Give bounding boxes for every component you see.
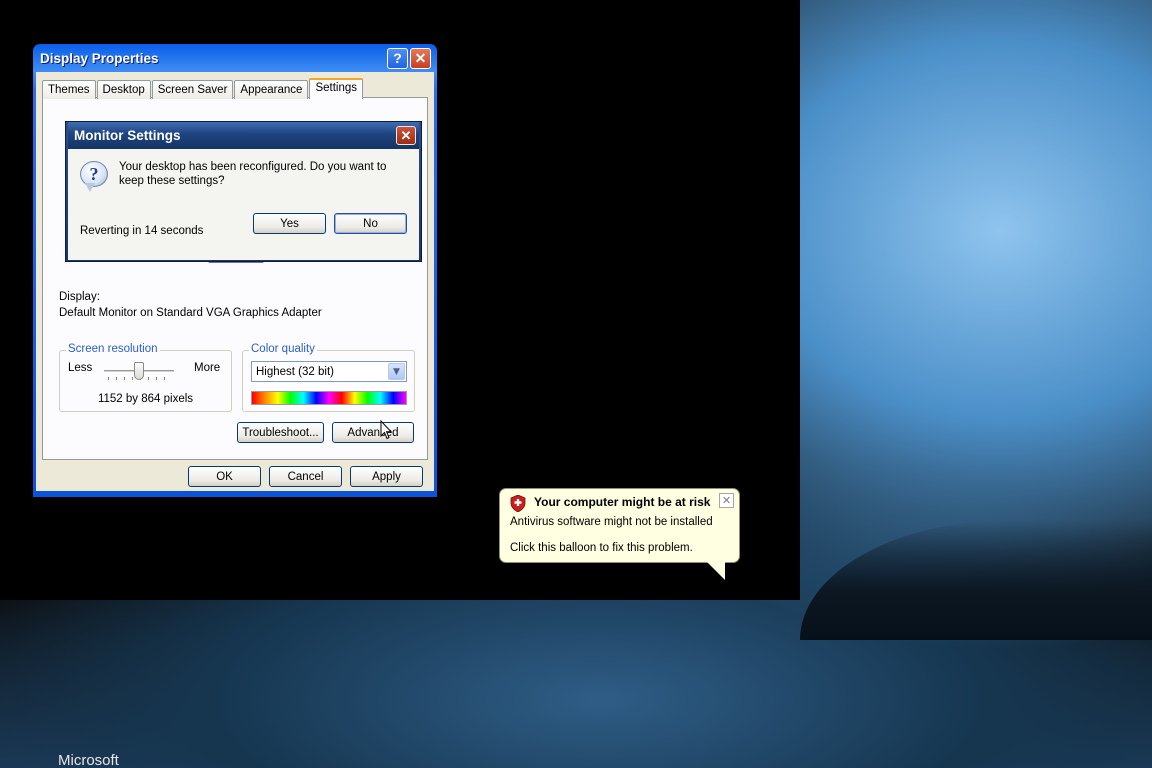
dialog-close-button[interactable]: ✕: [396, 126, 416, 145]
color-spectrum-bar: [251, 391, 407, 405]
tab-desktop[interactable]: Desktop: [96, 80, 151, 99]
resolution-slider-thumb[interactable]: [134, 362, 144, 380]
tab-screen-saver[interactable]: Screen Saver: [151, 80, 234, 99]
display-properties-window: Display Properties ? ✕ Themes Desktop Sc…: [33, 44, 437, 497]
apply-button[interactable]: Apply: [350, 466, 423, 487]
balloon-action-text[interactable]: Click this balloon to fix this problem.: [510, 542, 693, 554]
resolution-less-label: Less: [68, 362, 93, 374]
color-quality-select[interactable]: Highest (32 bit) ▼: [251, 361, 407, 382]
resolution-value: 1152 by 864 pixels: [97, 393, 194, 405]
display-properties-titlebar[interactable]: Display Properties ? ✕: [36, 44, 434, 72]
yes-button[interactable]: Yes: [253, 213, 326, 234]
cancel-button[interactable]: Cancel: [269, 466, 342, 487]
screen-resolution-legend: Screen resolution: [66, 343, 160, 355]
question-icon: ?: [80, 161, 108, 193]
color-quality-selected: Highest (32 bit): [256, 365, 334, 378]
screen-resolution-group: Screen resolution Less More 1152 by 864 …: [59, 343, 232, 412]
color-quality-legend: Color quality: [249, 343, 317, 355]
balloon-tail: [707, 562, 725, 580]
microsoft-logo: Microsoft: [58, 752, 119, 768]
tab-strip: Themes Desktop Screen Saver Appearance S…: [42, 78, 428, 99]
advanced-button[interactable]: Advanced: [332, 422, 414, 443]
monitor-settings-titlebar[interactable]: Monitor Settings ✕: [68, 122, 419, 149]
mouse-cursor-icon: [380, 420, 392, 440]
close-button[interactable]: ✕: [410, 47, 431, 69]
display-label: Display:: [59, 291, 100, 303]
balloon-close-button[interactable]: ✕: [719, 493, 734, 508]
dialog-message: Your desktop has been reconfigured. Do y…: [119, 161, 387, 187]
security-balloon[interactable]: Your computer might be at risk ✕ Antivir…: [499, 488, 740, 563]
resolution-more-label: More: [194, 362, 221, 374]
revert-countdown: Reverting in 14 seconds: [80, 225, 204, 237]
security-shield-icon: [510, 495, 526, 512]
balloon-title: Your computer might be at risk: [534, 495, 711, 509]
chevron-down-icon[interactable]: ▼: [388, 363, 405, 380]
dialog-body: ? Your desktop has been reconfigured. Do…: [68, 149, 419, 260]
tab-appearance[interactable]: Appearance: [234, 80, 309, 99]
window-title: Display Properties: [40, 50, 159, 66]
monitor-settings-dialog: Monitor Settings ✕ ? Your desktop has be…: [65, 121, 422, 262]
tab-settings[interactable]: Settings: [309, 78, 364, 99]
desktop-wave: [800, 520, 1152, 640]
help-button[interactable]: ?: [387, 47, 408, 69]
dialog-title: Monitor Settings: [74, 128, 181, 143]
ok-button[interactable]: OK: [188, 466, 261, 487]
balloon-message: Antivirus software might not be installe…: [510, 516, 713, 528]
color-quality-group: Color quality Highest (32 bit) ▼: [242, 343, 415, 412]
no-button[interactable]: No: [334, 213, 407, 234]
troubleshoot-button[interactable]: Troubleshoot...: [237, 422, 324, 443]
display-device-name: Default Monitor on Standard VGA Graphics…: [59, 307, 322, 319]
tab-themes[interactable]: Themes: [42, 80, 96, 99]
